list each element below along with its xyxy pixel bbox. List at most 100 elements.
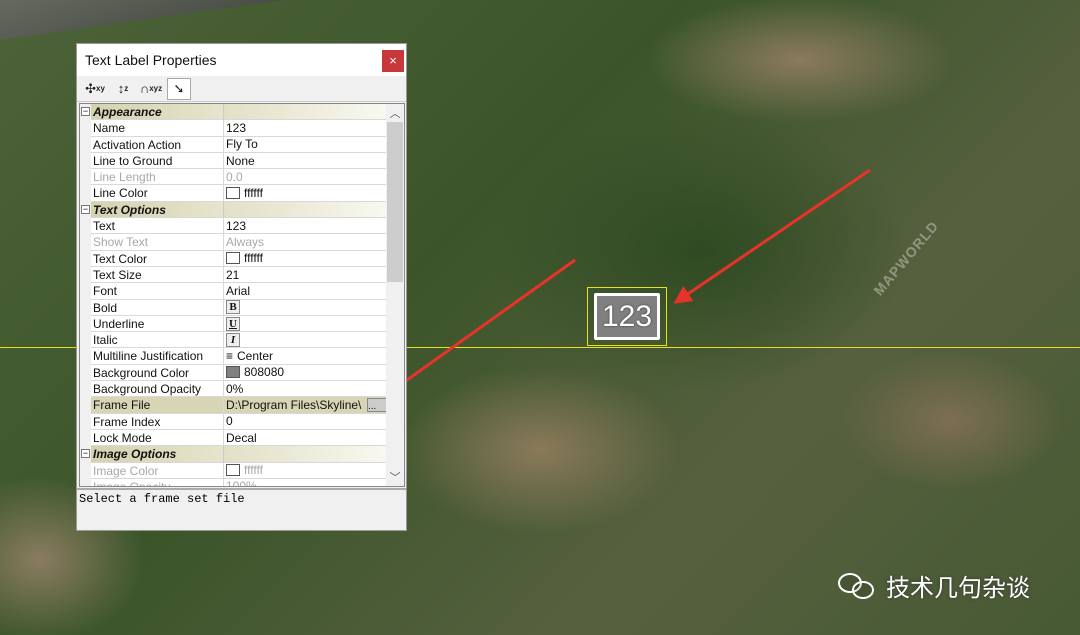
property-value-cell[interactable]: 123	[224, 120, 387, 137]
property-row-activation-action[interactable]: Activation Action Fly To	[80, 136, 404, 153]
property-value: 123	[226, 120, 247, 135]
row-gutter	[80, 478, 91, 486]
property-value: ffffff	[244, 463, 263, 478]
property-name: Font	[91, 283, 224, 300]
pointer-icon[interactable]: ➘	[167, 77, 191, 100]
property-value-cell[interactable]: 808080	[224, 365, 387, 382]
underline-toggle-button[interactable]: U	[226, 316, 240, 331]
scroll-down-icon[interactable]: ﹀	[386, 469, 404, 485]
color-swatch[interactable]	[226, 252, 240, 265]
scrollbar[interactable]: ︿ ﹀	[386, 104, 404, 486]
property-name: Name	[91, 120, 224, 137]
property-row-font[interactable]: Font Arial	[80, 283, 404, 300]
property-value: Always	[226, 235, 265, 250]
property-row-name[interactable]: Name 123	[80, 120, 404, 137]
property-value-cell[interactable]: ≡ Center	[224, 348, 387, 365]
align-center-icon: ≡	[226, 349, 234, 364]
property-value-cell[interactable]: 0	[224, 414, 387, 430]
property-value-cell[interactable]: Decal	[224, 430, 387, 447]
property-row-text-color[interactable]: Text Color ffffff	[80, 250, 404, 267]
browse-button[interactable]: ...	[367, 397, 387, 412]
property-row-text[interactable]: Text 123	[80, 218, 404, 235]
property-name: Frame Index	[91, 413, 224, 430]
property-name: Activation Action	[91, 136, 224, 153]
row-gutter	[80, 315, 91, 333]
property-value-cell[interactable]: Arial	[224, 283, 387, 300]
close-button[interactable]: ×	[382, 50, 404, 72]
row-gutter	[80, 429, 91, 447]
property-value-cell[interactable]: U	[224, 316, 387, 333]
property-name: Text Options	[91, 201, 224, 219]
property-name: Line Color	[91, 185, 224, 202]
property-value-cell[interactable]: B	[224, 300, 387, 316]
category-image-options[interactable]: − Image Options	[80, 446, 404, 463]
property-row-frame-file[interactable]: Frame File D:\Program Files\Skyline\...	[80, 397, 404, 414]
property-row-line-to-ground[interactable]: Line to Ground None	[80, 152, 404, 170]
property-row-frame-index[interactable]: Frame Index 0	[80, 413, 404, 430]
color-swatch[interactable]	[226, 464, 240, 477]
row-gutter	[80, 169, 91, 186]
row-gutter	[80, 348, 91, 365]
property-name: Text Size	[91, 266, 224, 284]
property-name: Image Color	[91, 462, 224, 479]
property-value-cell[interactable]: None	[224, 153, 387, 170]
color-swatch[interactable]	[226, 366, 240, 379]
property-row-show-text[interactable]: Show Text Always	[80, 234, 404, 251]
row-gutter	[80, 413, 91, 430]
property-row-image-opacity[interactable]: Image Opacity 100%	[80, 478, 404, 486]
property-row-image-color[interactable]: Image Color ffffff	[80, 462, 404, 479]
description-panel: Select a frame set file	[77, 488, 406, 530]
color-swatch[interactable]	[226, 187, 240, 200]
row-gutter	[80, 266, 91, 284]
property-row-bold[interactable]: Bold B	[80, 299, 404, 316]
snap-xyz-icon[interactable]: ∩ xyz	[139, 78, 163, 100]
property-value-cell[interactable]: Always	[224, 234, 387, 251]
property-row-background-color[interactable]: Background Color 808080	[80, 364, 404, 382]
property-value-cell[interactable]	[224, 446, 387, 463]
scroll-up-icon[interactable]: ︿	[386, 105, 404, 121]
property-row-background-opacity[interactable]: Background Opacity 0%	[80, 381, 404, 398]
wechat-watermark: 技术几句杂谈	[838, 568, 1030, 603]
property-row-lock-mode[interactable]: Lock Mode Decal	[80, 429, 404, 447]
row-gutter	[80, 250, 91, 267]
property-value-cell[interactable]: 21	[224, 267, 387, 284]
property-row-italic[interactable]: Italic I	[80, 332, 404, 349]
property-row-line-length[interactable]: Line Length 0.0	[80, 169, 404, 186]
property-value-cell[interactable]: 0%	[224, 381, 387, 398]
property-row-underline[interactable]: Underline U	[80, 315, 404, 333]
property-row-line-color[interactable]: Line Color ffffff	[80, 185, 404, 202]
property-value-cell[interactable]: 0.0	[224, 169, 387, 186]
row-gutter	[80, 120, 91, 137]
category-appearance[interactable]: − Appearance	[80, 104, 404, 121]
property-value-cell[interactable]: ffffff	[224, 463, 387, 479]
watermark-text: 技术几句杂谈	[886, 575, 1030, 602]
wechat-icon	[838, 571, 878, 601]
bold-toggle-button[interactable]: B	[226, 300, 240, 315]
italic-toggle-button[interactable]: I	[226, 332, 240, 347]
property-value-cell[interactable]	[224, 104, 387, 121]
property-value-cell[interactable]: ffffff	[224, 185, 387, 202]
collapse-icon[interactable]: −	[81, 204, 90, 214]
property-value-cell[interactable]: Fly To	[224, 137, 387, 153]
property-value-cell[interactable]: D:\Program Files\Skyline\...	[224, 397, 387, 414]
move-z-icon[interactable]: ↕ z	[111, 78, 135, 100]
collapse-icon[interactable]: −	[81, 107, 90, 116]
property-value-cell[interactable]	[224, 201, 387, 219]
property-row-text-size[interactable]: Text Size 21	[80, 266, 404, 284]
property-value-cell[interactable]: ffffff	[224, 251, 387, 267]
collapse-icon[interactable]: −	[81, 449, 90, 459]
property-value-cell[interactable]: 123	[224, 218, 387, 235]
property-value: 808080	[244, 365, 285, 380]
property-value: ffffff	[244, 186, 263, 201]
property-name: Multiline Justification	[91, 348, 224, 365]
property-value-cell[interactable]: I	[224, 332, 387, 349]
property-grid: − Appearance Name 123 Activation Action Fly T…	[79, 103, 405, 487]
row-gutter	[80, 462, 91, 479]
scroll-thumb[interactable]	[387, 122, 403, 282]
property-value-cell[interactable]: 100%	[224, 479, 387, 486]
move-xy-icon[interactable]: ✣ xy	[83, 78, 107, 100]
property-name: Underline	[91, 315, 224, 333]
property-row-multiline-justification[interactable]: Multiline Justification ≡ Center	[80, 348, 404, 365]
category-text-options[interactable]: − Text Options	[80, 201, 404, 219]
row-gutter	[80, 185, 91, 202]
